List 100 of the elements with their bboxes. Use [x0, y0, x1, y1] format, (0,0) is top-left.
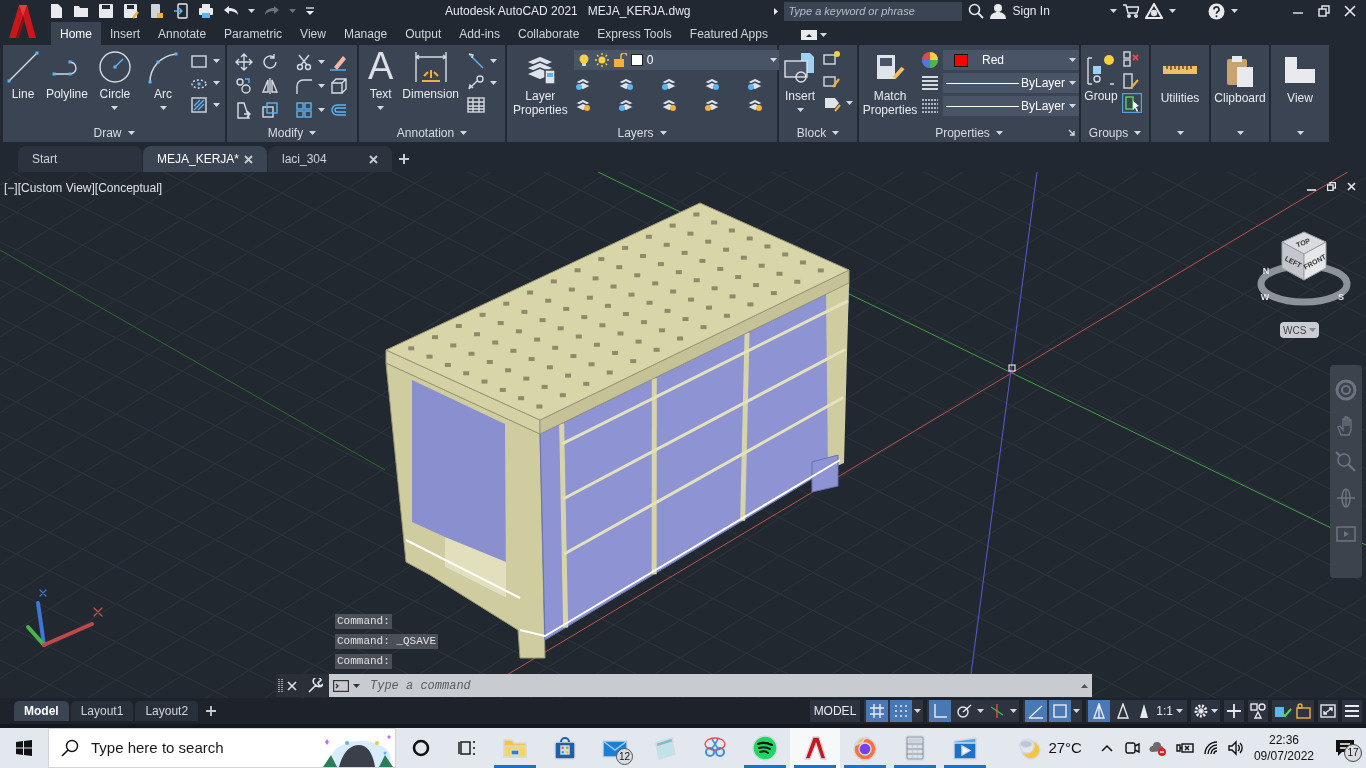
folder-icon[interactable] — [73, 3, 89, 19]
file-tab[interactable]: Start — [18, 146, 142, 172]
autocad-logo[interactable] — [8, 4, 36, 38]
caret-icon[interactable] — [846, 101, 853, 105]
search-input[interactable]: Type here to search — [91, 736, 307, 760]
sign-in-button[interactable]: Sign In — [1012, 2, 1050, 20]
clean-screen-icon[interactable] — [1294, 703, 1312, 719]
menu-icon[interactable] — [1344, 703, 1360, 719]
sun-icon[interactable] — [594, 53, 609, 67]
ribbon-tab[interactable]: Parametric — [215, 22, 292, 45]
ucs-button[interactable]: WCS — [1280, 322, 1320, 338]
viewport-controls[interactable]: [−][Custom View][Conceptual] — [4, 179, 163, 197]
ribbon-tab[interactable]: View — [291, 22, 335, 45]
stretch-icon[interactable] — [235, 101, 253, 119]
caret-icon[interactable] — [914, 709, 922, 713]
insert-button[interactable]: Insert — [783, 52, 817, 112]
model-space-button[interactable]: MODEL — [809, 700, 861, 722]
clock-date[interactable]: 09/07/2022 — [1253, 748, 1314, 764]
phone-folder-icon[interactable] — [148, 3, 164, 19]
camera-icon[interactable] — [1123, 740, 1140, 756]
lineweight-icon[interactable] — [921, 74, 939, 92]
close-icon[interactable] — [244, 154, 253, 164]
copy-icon[interactable] — [235, 77, 253, 95]
layout-tab[interactable]: Layout2 — [135, 701, 199, 721]
scale-icon[interactable] — [261, 101, 279, 119]
caret-icon[interactable] — [1010, 709, 1018, 713]
plus-icon[interactable] — [1226, 703, 1242, 719]
object-snap-toggle[interactable] — [1049, 700, 1072, 722]
create-block-icon[interactable] — [823, 50, 841, 68]
temperature[interactable]: 27°C — [1048, 736, 1082, 760]
caret-icon[interactable] — [213, 81, 220, 85]
circle-button[interactable]: Circle — [95, 50, 134, 110]
file-tab[interactable]: MEJA_KERJA* — [143, 146, 267, 172]
wrench-icon[interactable] — [307, 677, 323, 694]
taskbar-search-bar[interactable]: Type here to search — [48, 728, 396, 768]
triangle-network-icon[interactable] — [1144, 3, 1163, 19]
ribbon-tab[interactable]: Express Tools — [588, 22, 681, 45]
command-field[interactable]: Type a command — [329, 674, 1092, 697]
close-icon[interactable] — [287, 680, 297, 691]
annotation-visibility-toggle[interactable] — [1088, 700, 1111, 722]
ribbon-tab[interactable]: Featured Apps — [680, 22, 777, 45]
dialog-launcher-icon[interactable] — [1068, 129, 1075, 136]
group-button[interactable]: Group — [1084, 52, 1118, 103]
lineweight-dropdown[interactable]: ByLayer — [943, 73, 1079, 93]
search-icon[interactable] — [968, 3, 985, 19]
object-tracking-toggle[interactable] — [1025, 700, 1048, 722]
panel-title-button[interactable]: Block — [796, 123, 840, 142]
add-tab-icon[interactable] — [399, 154, 409, 164]
caret-icon[interactable] — [1230, 9, 1238, 13]
fullscreen-icon[interactable] — [1320, 703, 1336, 719]
panel-title-button[interactable]: Groups — [1088, 123, 1142, 142]
offset-icon[interactable] — [329, 101, 347, 119]
table-icon[interactable] — [467, 96, 485, 114]
text-button[interactable]: A Text — [367, 47, 395, 110]
ribbon-tab[interactable]: Annotate — [149, 22, 216, 45]
panel-button[interactable]: View — [1271, 45, 1329, 142]
panel-title-button[interactable]: Properties — [935, 123, 1003, 142]
caret-icon[interactable] — [1073, 709, 1081, 713]
ribbon-tab[interactable]: Collaborate — [509, 22, 589, 45]
caret-icon[interactable] — [318, 108, 325, 112]
help-icon[interactable] — [1207, 2, 1225, 20]
ribbon-tab[interactable]: Add-ins — [450, 22, 509, 45]
panel-button[interactable]: Utilities — [1151, 45, 1209, 142]
arc-button[interactable]: Arc — [146, 50, 180, 110]
caret-icon[interactable] — [213, 103, 220, 107]
group-select-icon[interactable] — [1122, 93, 1142, 113]
cloud-blocked-icon[interactable] — [1148, 740, 1167, 756]
grip-icon[interactable] — [278, 677, 283, 694]
save-icon[interactable] — [98, 3, 114, 19]
caret-icon[interactable] — [213, 59, 220, 63]
ribbon-tab[interactable]: Manage — [334, 22, 397, 45]
layer-properties-button[interactable]: Layer Properties — [513, 52, 568, 117]
ortho-toggle[interactable] — [929, 700, 952, 722]
windows-start-icon[interactable] — [16, 740, 32, 756]
expand-icon[interactable] — [774, 7, 779, 15]
wifi-icon[interactable] — [1202, 740, 1219, 756]
group-edit-icon[interactable] — [1122, 72, 1140, 90]
panel-title-button[interactable]: Annotation — [396, 123, 468, 142]
customize-icon[interactable] — [305, 6, 315, 16]
ungroup-icon[interactable] — [1122, 50, 1140, 68]
caret-icon[interactable] — [1168, 9, 1176, 13]
caret-icon[interactable] — [318, 60, 325, 64]
mirror-icon[interactable] — [261, 77, 279, 95]
polyline-button[interactable]: Polyline — [44, 50, 90, 101]
color-wheel-icon[interactable] — [921, 51, 939, 69]
line-button[interactable]: Line — [8, 50, 38, 101]
fillet-icon[interactable] — [295, 77, 313, 95]
caret-icon[interactable] — [353, 683, 360, 688]
linetype-icon[interactable] — [921, 97, 939, 115]
rotate-icon[interactable] — [261, 53, 279, 71]
cortana-icon[interactable] — [412, 739, 430, 757]
caret-icon[interactable] — [819, 33, 827, 37]
add-layout-icon[interactable] — [206, 706, 217, 716]
clock-time[interactable]: 22:36 — [1268, 732, 1299, 748]
close-icon[interactable] — [369, 154, 378, 164]
layer-dropdown[interactable]: 0 — [573, 50, 780, 70]
dimension-button[interactable]: Dimension — [402, 50, 459, 101]
match-properties-button[interactable]: Match Properties — [863, 52, 917, 117]
restore-icon[interactable] — [1327, 182, 1336, 191]
panel-button[interactable]: Clipboard — [1211, 45, 1269, 142]
